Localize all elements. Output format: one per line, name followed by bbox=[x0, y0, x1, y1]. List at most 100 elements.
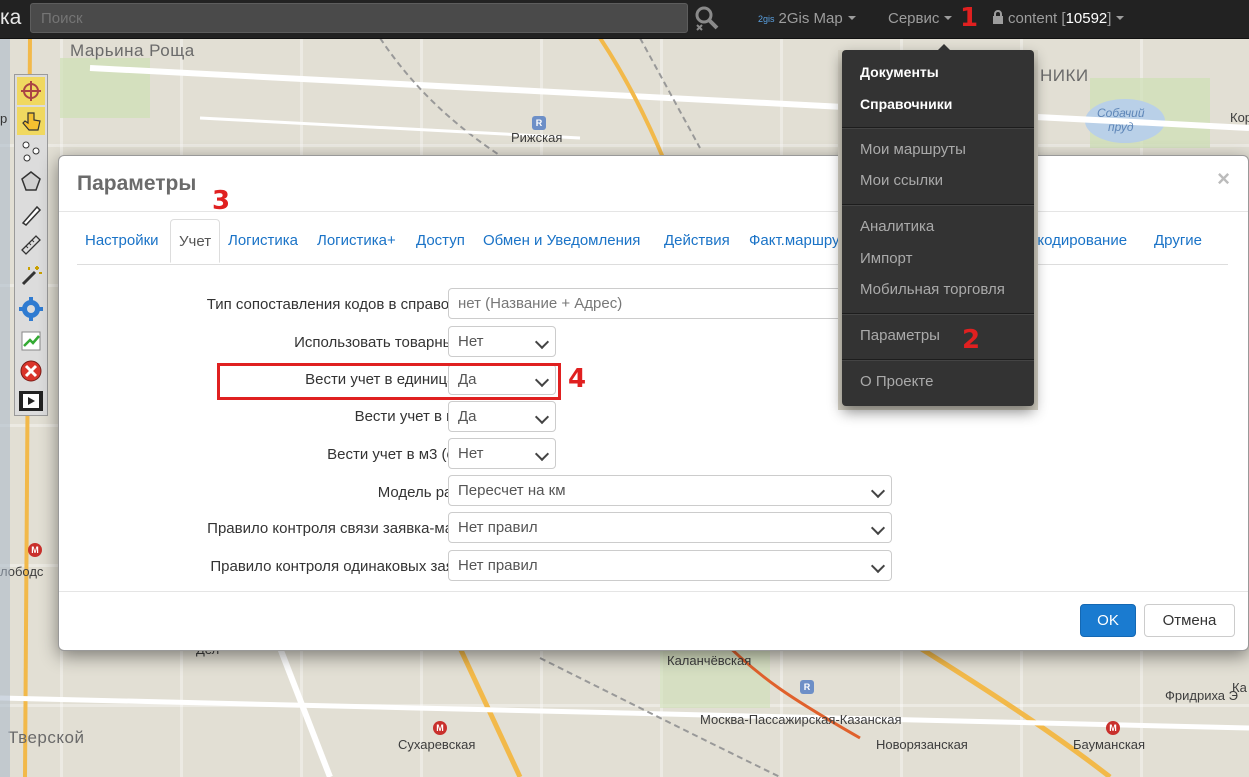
menu-item-my-routes[interactable]: Мои маршруты bbox=[860, 141, 966, 158]
parameters-dialog: Параметры × Настройки Учет Логистика Лог… bbox=[58, 155, 1249, 651]
chevron-down-icon bbox=[534, 409, 550, 425]
map-label-district-right: НИКИ bbox=[1040, 66, 1089, 85]
map-provider-logo: 2gis bbox=[758, 14, 775, 24]
annotation-number-3: 3 bbox=[212, 186, 231, 216]
annotation-number-2: 2 bbox=[962, 325, 981, 355]
chevron-down-icon bbox=[870, 520, 886, 536]
weight-select[interactable]: Да bbox=[448, 401, 556, 432]
menu-item-mobile-trade[interactable]: Мобильная торговля bbox=[860, 281, 1005, 298]
dialog-header-divider bbox=[59, 211, 1248, 212]
rail-station-icon: R bbox=[800, 680, 814, 694]
chevron-down-icon bbox=[847, 16, 856, 20]
service-dropdown-menu: Документы Справочники Мои маршруты Мои с… bbox=[842, 44, 1034, 406]
service-menu[interactable]: Сервис bbox=[888, 10, 953, 27]
volume-value: Нет bbox=[458, 445, 484, 462]
duplicate-rule-label-text: Правило контроля одинаковых заявок bbox=[210, 558, 477, 575]
menu-divider bbox=[842, 204, 1034, 206]
map-label-station: Бауманская bbox=[1073, 737, 1146, 752]
tab-logistics-plus[interactable]: Логистика+ bbox=[317, 232, 396, 249]
map-label-district: Марьина Роща bbox=[70, 41, 195, 60]
gear-icon[interactable] bbox=[17, 295, 45, 323]
annotation-number-1: 1 bbox=[960, 3, 979, 33]
weight-value: Да bbox=[458, 408, 477, 425]
tab-actions[interactable]: Действия bbox=[664, 232, 730, 249]
tab-accounting[interactable]: Учет bbox=[170, 219, 221, 263]
annotation-highlight-box bbox=[217, 363, 561, 400]
tabs-underline bbox=[77, 264, 1228, 265]
duplicate-rule-select[interactable]: Нет правил bbox=[448, 550, 892, 581]
pencil-icon[interactable] bbox=[17, 201, 45, 229]
chevron-down-icon bbox=[1116, 16, 1125, 20]
calc-model-value: Пересчет на км bbox=[458, 482, 566, 499]
map-provider-label: 2Gis Map bbox=[778, 10, 843, 27]
calc-model-select[interactable]: Пересчет на км bbox=[448, 475, 892, 506]
dialog-footer-divider bbox=[59, 591, 1248, 592]
left-edge-label: р bbox=[0, 111, 8, 126]
menu-item-analytics[interactable]: Аналитика bbox=[860, 218, 934, 235]
map-label-edge: Корп bbox=[1230, 110, 1249, 125]
map-label-edge: Ка bbox=[1232, 680, 1247, 695]
service-menu-label: Сервис bbox=[888, 10, 940, 27]
points-icon[interactable] bbox=[17, 137, 45, 165]
tab-geocoding[interactable]: окодирование bbox=[1029, 232, 1127, 249]
crosshair-icon[interactable] bbox=[17, 77, 45, 105]
goods-accounting-value: Нет bbox=[458, 333, 484, 350]
hand-pointer-icon[interactable] bbox=[17, 107, 45, 135]
ok-button[interactable]: OK bbox=[1080, 604, 1136, 637]
chart-icon[interactable] bbox=[17, 327, 45, 355]
user-name: content bbox=[1008, 10, 1058, 27]
map-label-station: Каланчёвская bbox=[667, 653, 752, 668]
menu-item-documents[interactable]: Документы bbox=[860, 64, 939, 80]
rail-station-icon: R bbox=[532, 116, 546, 130]
user-count-bracket-close: ] bbox=[1107, 10, 1112, 27]
cancel-button[interactable]: Отмена bbox=[1144, 604, 1235, 637]
menu-item-import[interactable]: Импорт bbox=[860, 250, 912, 267]
tab-exchange-notifications[interactable]: Обмен и Уведомления bbox=[483, 232, 640, 249]
search-icon[interactable] bbox=[692, 4, 722, 34]
map-label-station: Сухаревская bbox=[398, 737, 476, 752]
polygon-icon[interactable] bbox=[17, 167, 45, 195]
chevron-down-icon bbox=[870, 558, 886, 574]
lock-icon bbox=[992, 10, 1004, 28]
ruler-icon[interactable] bbox=[17, 231, 45, 259]
dialog-title: Параметры bbox=[77, 172, 197, 195]
top-navbar: ка 2gis2Gis Map Сервис content [10592] bbox=[0, 0, 1249, 39]
chevron-down-icon bbox=[944, 16, 953, 20]
chevron-down-icon bbox=[534, 446, 550, 462]
menu-divider bbox=[842, 313, 1034, 315]
left-edge-strip bbox=[0, 38, 10, 777]
chevron-down-icon bbox=[870, 483, 886, 499]
brand-name[interactable]: ка bbox=[0, 6, 21, 30]
metro-icon: M bbox=[28, 543, 42, 557]
route-rule-value: Нет правил bbox=[458, 519, 538, 536]
close-circle-icon[interactable] bbox=[17, 357, 45, 385]
metro-icon: M bbox=[433, 721, 447, 735]
tab-fact-routes[interactable]: Факт.маршру bbox=[749, 232, 840, 249]
tab-other[interactable]: Другие bbox=[1154, 232, 1202, 249]
code-matching-field[interactable]: нет (Название + Адрес) bbox=[448, 288, 868, 319]
map-label-street: Новорязанская bbox=[876, 737, 968, 752]
user-count: 10592 bbox=[1065, 10, 1108, 27]
map-provider-menu[interactable]: 2gis 2Gis Map bbox=[758, 10, 856, 27]
close-icon[interactable]: × bbox=[1217, 166, 1230, 192]
map-label-pond: Собачий пруд bbox=[1097, 106, 1145, 134]
goods-accounting-select[interactable]: Нет bbox=[448, 326, 556, 357]
user-count-bracket-open: [ bbox=[1057, 10, 1066, 27]
map-toolbar bbox=[14, 74, 48, 416]
tab-settings[interactable]: Настройки bbox=[85, 232, 159, 249]
route-rule-select[interactable]: Нет правил bbox=[448, 512, 892, 543]
menu-item-parameters[interactable]: Параметры bbox=[860, 327, 940, 344]
user-menu[interactable]: content [10592] bbox=[992, 10, 1125, 28]
annotation-number-4: 4 bbox=[568, 364, 587, 394]
tab-logistics[interactable]: Логистика bbox=[228, 232, 298, 249]
chevron-down-icon bbox=[534, 334, 550, 350]
tab-access[interactable]: Доступ bbox=[416, 232, 465, 249]
menu-item-directories[interactable]: Справочники bbox=[860, 96, 952, 112]
magic-wand-icon[interactable] bbox=[17, 261, 45, 289]
search-input[interactable] bbox=[30, 3, 688, 33]
menu-item-my-links[interactable]: Мои ссылки bbox=[860, 172, 943, 189]
map-label-friedrich: Фридриха Э bbox=[1165, 688, 1238, 703]
play-film-icon[interactable] bbox=[17, 387, 45, 415]
menu-item-about[interactable]: О Проекте bbox=[860, 373, 933, 390]
volume-select[interactable]: Нет bbox=[448, 438, 556, 469]
